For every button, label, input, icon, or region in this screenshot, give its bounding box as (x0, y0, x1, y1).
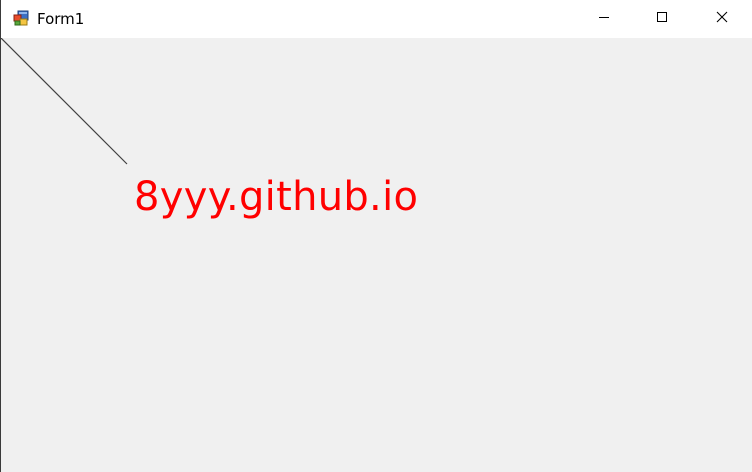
title-bar[interactable]: Form1 (1, 0, 752, 38)
form1-window: Form1 8yyy.github.io (0, 0, 752, 472)
drawn-text: 8yyy.github.io (134, 174, 419, 220)
minimize-icon (598, 10, 610, 28)
minimize-button[interactable] (575, 0, 633, 38)
window-title: Form1 (37, 10, 85, 28)
maximize-icon (656, 10, 668, 28)
drawing-surface (1, 38, 128, 165)
close-button[interactable] (691, 0, 752, 38)
drawn-line (1, 38, 128, 165)
maximize-button[interactable] (633, 0, 691, 38)
app-icon[interactable] (13, 10, 30, 27)
client-area[interactable]: 8yyy.github.io (1, 38, 752, 472)
close-icon (716, 10, 728, 28)
